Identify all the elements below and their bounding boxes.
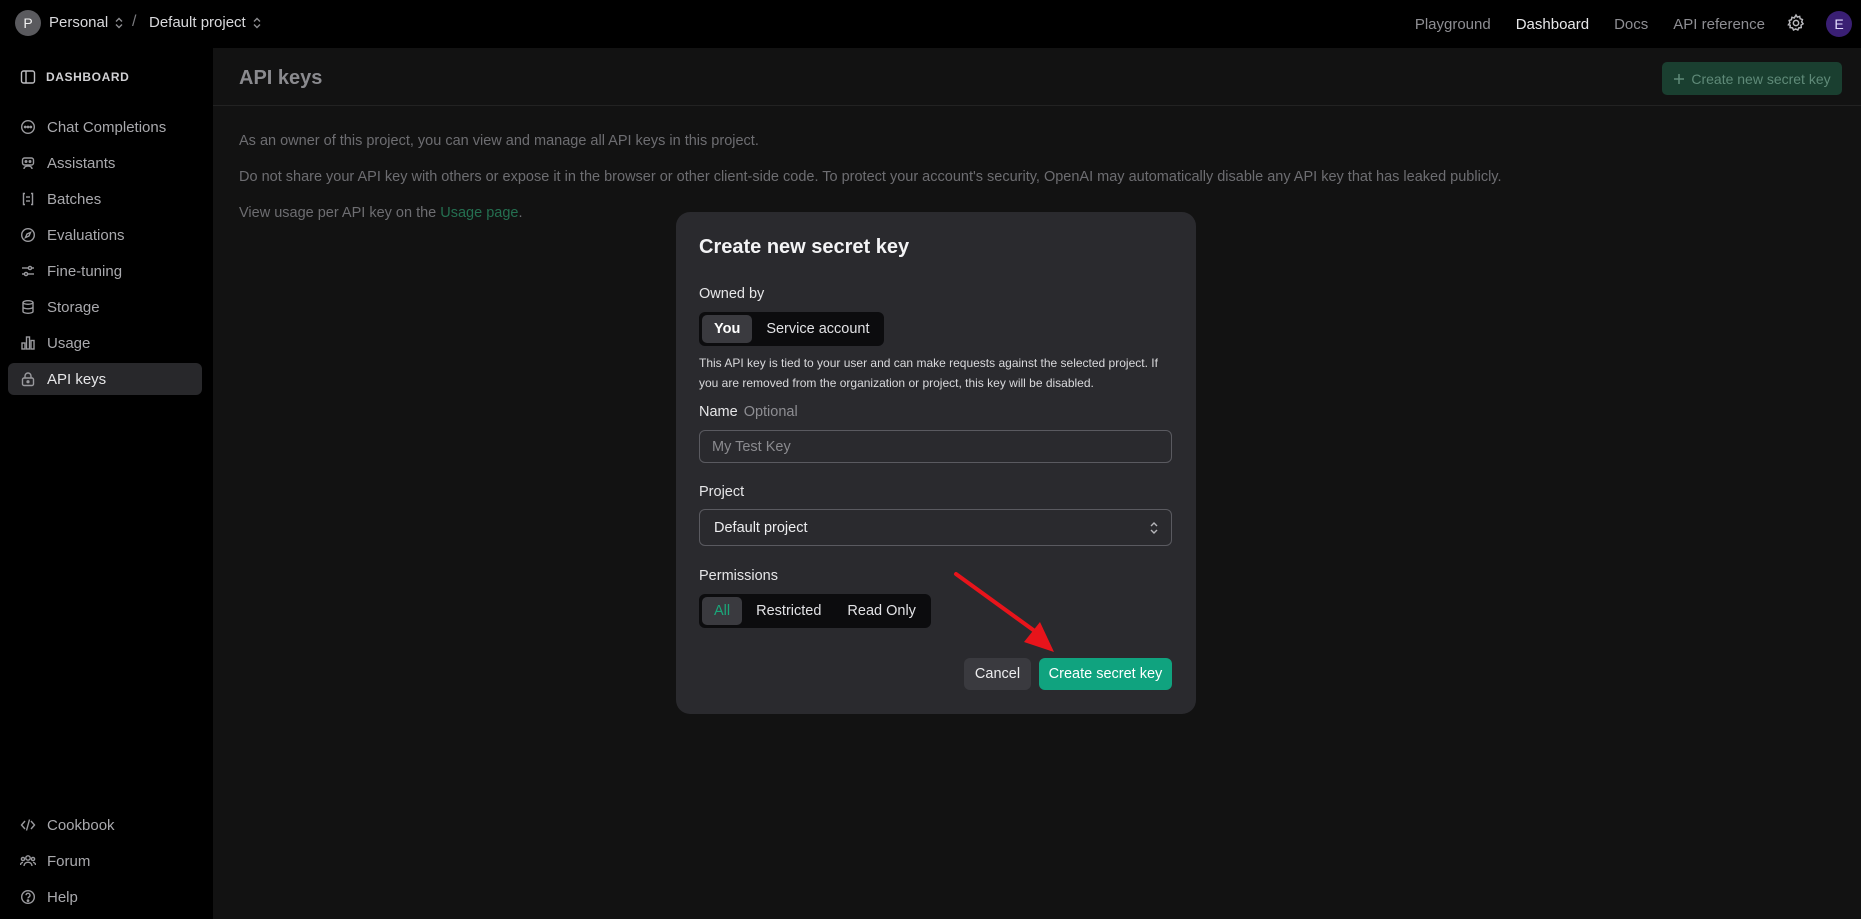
owned-by-label: Owned by — [699, 286, 765, 302]
bar-chart-icon — [20, 335, 36, 351]
batches-icon — [20, 191, 36, 207]
owned-by-service-account-option[interactable]: Service account — [754, 315, 881, 343]
sidebar-item-batches[interactable]: Batches — [8, 183, 202, 215]
page-header: API keys Create new secret key — [213, 48, 1861, 106]
nav-api-reference[interactable]: API reference — [1673, 16, 1765, 33]
help-icon — [20, 889, 36, 905]
chevron-updown-icon — [1149, 521, 1159, 535]
org-name: Personal — [49, 14, 109, 31]
project-label: Project — [699, 484, 745, 500]
name-input[interactable] — [699, 430, 1172, 463]
owned-by-you-option[interactable]: You — [702, 315, 753, 343]
chevron-updown-icon — [114, 17, 124, 29]
permissions-label: Permissions — [699, 568, 778, 584]
name-label: Name Optional — [699, 404, 798, 420]
cancel-button[interactable]: Cancel — [964, 658, 1031, 690]
create-key-dialog: Create new secret key Owned by You Servi… — [676, 212, 1196, 714]
owned-by-help-text: This API key is tied to your user and ca… — [699, 356, 1158, 390]
sidebar-item-usage[interactable]: Usage — [8, 327, 202, 359]
usage-info-text: View usage per API key on the Usage page… — [239, 205, 523, 221]
sidebar-item-api-keys[interactable]: API keys — [8, 363, 202, 395]
permissions-toggle: All Restricted Read Only — [699, 594, 931, 628]
sidebar-item-chat-completions[interactable]: Chat Completions — [8, 111, 202, 143]
owner-info-text: As an owner of this project, you can vie… — [239, 133, 759, 149]
gear-icon[interactable] — [1786, 13, 1806, 33]
annotation-arrow — [950, 568, 1062, 656]
sidebar: DASHBOARD Chat Completions Assistants Ba… — [0, 48, 213, 919]
chat-icon — [20, 119, 36, 135]
permissions-all-option[interactable]: All — [702, 597, 743, 625]
lock-icon — [20, 371, 36, 387]
breadcrumb-separator: / — [132, 13, 137, 30]
org-switcher[interactable]: Personal — [49, 14, 124, 31]
dialog-title: Create new secret key — [699, 236, 910, 258]
project-switcher[interactable]: Default project — [149, 14, 262, 31]
create-new-secret-key-button[interactable]: Create new secret key — [1662, 62, 1842, 95]
page-title: API keys — [239, 67, 323, 89]
sidebar-toggle-icon — [20, 69, 36, 85]
sidebar-item-assistants[interactable]: Assistants — [8, 147, 202, 179]
optional-hint: Optional — [743, 404, 798, 420]
org-avatar[interactable]: P — [15, 10, 41, 36]
user-avatar[interactable]: E — [1826, 11, 1852, 37]
sidebar-item-evaluations[interactable]: Evaluations — [8, 219, 202, 251]
security-warning-text: Do not share your API key with others or… — [239, 169, 1502, 185]
database-icon — [20, 299, 36, 315]
top-bar: P Personal / Default project Playground … — [0, 0, 1861, 48]
permissions-read-only-option[interactable]: Read Only — [835, 597, 928, 625]
plus-icon — [1673, 73, 1685, 85]
project-select[interactable]: Default project — [699, 509, 1172, 546]
sidebar-item-cookbook[interactable]: Cookbook — [8, 809, 202, 841]
sidebar-heading[interactable]: DASHBOARD — [20, 69, 129, 85]
top-nav: Playground Dashboard Docs API reference — [1415, 0, 1765, 48]
sidebar-item-storage[interactable]: Storage — [8, 291, 202, 323]
sidebar-item-forum[interactable]: Forum — [8, 845, 202, 877]
nav-playground[interactable]: Playground — [1415, 16, 1491, 33]
chevron-updown-icon — [252, 17, 262, 29]
nav-docs[interactable]: Docs — [1614, 16, 1648, 33]
nav-dashboard[interactable]: Dashboard — [1516, 16, 1589, 33]
robot-icon — [20, 155, 36, 171]
usage-page-link[interactable]: Usage page — [440, 205, 518, 221]
code-icon — [20, 817, 36, 833]
compass-icon — [20, 227, 36, 243]
project-select-value: Default project — [714, 519, 808, 536]
sliders-icon — [20, 263, 36, 279]
sidebar-item-help[interactable]: Help — [8, 881, 202, 913]
permissions-restricted-option[interactable]: Restricted — [744, 597, 833, 625]
project-name: Default project — [149, 14, 246, 31]
owned-by-toggle: You Service account — [699, 312, 885, 346]
people-icon — [20, 853, 36, 869]
create-secret-key-button[interactable]: Create secret key — [1039, 658, 1172, 690]
sidebar-item-fine-tuning[interactable]: Fine-tuning — [8, 255, 202, 287]
